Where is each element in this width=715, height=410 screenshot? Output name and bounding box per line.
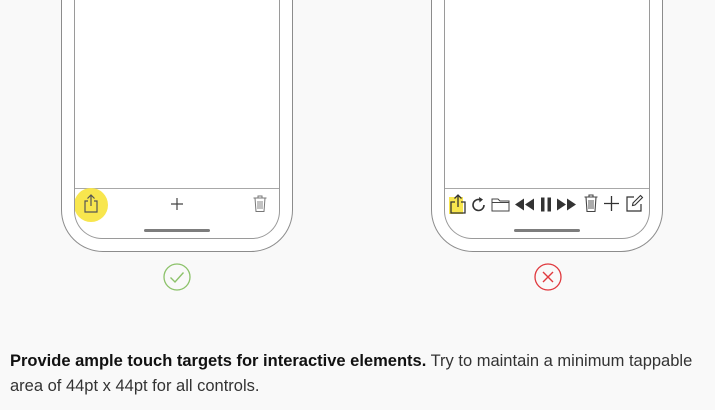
caption-headline: Provide ample touch targets for interact… <box>10 352 427 370</box>
fast-forward-icon[interactable] <box>556 198 578 211</box>
good-example-screen <box>74 0 280 239</box>
x-circle-icon <box>534 263 562 291</box>
checkmark-circle-icon <box>163 263 191 291</box>
share-icon[interactable] <box>82 194 100 214</box>
guideline-caption: Provide ample touch targets for interact… <box>10 349 700 399</box>
rewind-icon[interactable] <box>514 198 536 211</box>
bad-example-toolbar <box>445 188 649 238</box>
trash-icon[interactable] <box>583 193 599 213</box>
pause-icon[interactable] <box>540 197 552 212</box>
compose-icon[interactable] <box>625 194 644 213</box>
plus-icon[interactable] <box>603 195 620 212</box>
share-icon[interactable] <box>449 194 467 214</box>
bad-example-phone <box>431 0 663 252</box>
good-example-phone <box>61 0 293 252</box>
refresh-icon[interactable] <box>470 196 488 214</box>
home-indicator <box>144 229 210 232</box>
bad-example-screen <box>444 0 650 239</box>
good-example-toolbar <box>75 188 279 238</box>
trash-icon[interactable] <box>252 194 268 213</box>
home-indicator <box>514 229 580 232</box>
folder-icon[interactable] <box>491 197 510 212</box>
plus-icon[interactable] <box>169 196 185 212</box>
